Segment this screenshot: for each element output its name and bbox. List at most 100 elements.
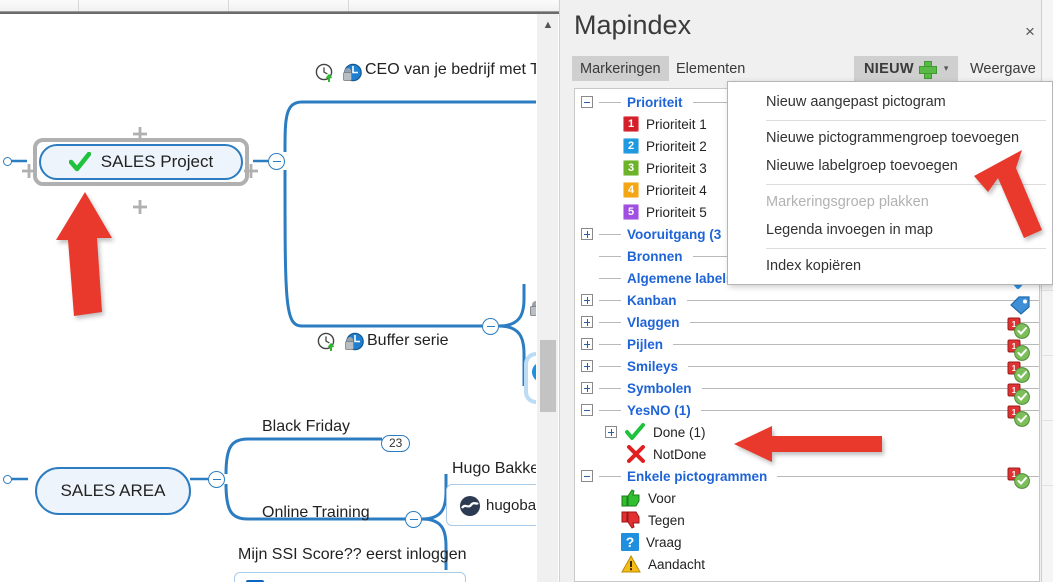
list-item[interactable]: Voor — [575, 487, 1039, 509]
list-item-label: Prioriteit 2 — [646, 138, 707, 154]
buffer-serie-collapse-button[interactable] — [482, 318, 499, 335]
red-green-stack-icon: 1 — [1007, 339, 1030, 361]
list-item-label: Prioriteit 1 — [646, 116, 707, 132]
prio-5-icon: 5 — [623, 204, 639, 220]
node-label-hugo-bakker[interactable]: Hugo Bakker — [452, 460, 536, 478]
expand-icon[interactable] — [581, 228, 593, 240]
group-label: Symbolen — [627, 380, 692, 396]
expand-icon[interactable] — [605, 426, 617, 438]
tree-group-yesno[interactable]: YesNO (1) — [575, 399, 1039, 421]
prio-1-icon: 1 — [623, 116, 639, 132]
expand-icon[interactable] — [581, 294, 593, 306]
tree-group-symbolen[interactable]: Symbolen — [575, 377, 1039, 399]
menu-item-index-kopieren[interactable]: Index kopiëren — [728, 252, 1052, 280]
group-label: Pijlen — [627, 336, 664, 352]
new-button[interactable]: NIEUW ▾ — [854, 56, 959, 81]
online-training-collapse-button[interactable] — [405, 511, 422, 528]
group-label: Vooruitgang (3 — [627, 226, 722, 242]
prio-3-icon: 3 — [623, 160, 639, 176]
green-plus-icon — [918, 60, 937, 79]
tree-group-vlaggen[interactable]: Vlaggen — [575, 311, 1039, 333]
prio-4-icon: 4 — [623, 182, 639, 198]
node-label-hugobak[interactable]: hugobak — [486, 497, 536, 514]
tree-group-kanban[interactable]: Kanban — [575, 289, 1039, 311]
group-label: Kanban — [627, 292, 677, 308]
list-item[interactable]: ? Vraag — [575, 531, 1039, 553]
new-dropdown-menu[interactable]: Nieuw aangepast pictogram Nieuwe pictogr… — [727, 81, 1053, 285]
tab-markeringen[interactable]: Markeringen — [572, 56, 669, 81]
view-button-label: Weergave — [970, 60, 1036, 77]
wave-avatar-icon — [460, 496, 480, 516]
clock-lock-icon — [343, 63, 362, 82]
red-green-stack-icon: 1 — [1007, 361, 1030, 383]
tab-elementen[interactable]: Elementen — [668, 56, 753, 81]
red-cross-icon — [627, 445, 645, 463]
expand-icon[interactable] — [581, 316, 593, 328]
group-label: Vlaggen — [627, 314, 680, 330]
sales-area-left-endcap[interactable] — [3, 475, 12, 484]
thumbs-down-icon — [621, 511, 640, 529]
collapse-icon[interactable] — [581, 470, 593, 482]
black-friday-count-badge[interactable]: 23 — [381, 435, 411, 452]
tree-group-enkele-pictogrammen[interactable]: Enkele pictogrammen — [575, 465, 1039, 487]
expand-icon[interactable] — [581, 382, 593, 394]
node-label-black-friday[interactable]: Black Friday — [262, 418, 350, 436]
list-item-label: Voor — [648, 490, 676, 506]
group-label: Smileys — [627, 358, 679, 374]
red-green-stack-icon: 1 — [1007, 317, 1030, 339]
prio-2-icon: 2 — [623, 138, 639, 154]
sales-area-collapse-button[interactable] — [208, 471, 225, 488]
scrollbar-thumb[interactable] — [540, 340, 556, 412]
thumbs-up-icon — [621, 489, 640, 507]
list-item-label: NotDone — [653, 446, 707, 462]
page-title: Mapindex — [574, 10, 692, 40]
blue-tag-icon — [1010, 296, 1030, 315]
question-icon: ? — [621, 533, 639, 551]
tree-group-smileys[interactable]: Smileys — [575, 355, 1039, 377]
node-label-buffer-serie[interactable]: Buffer serie — [367, 332, 449, 350]
node-label: SALES Project — [100, 152, 214, 171]
partial-lock-icon — [530, 301, 536, 316]
mindmap-canvas[interactable]: SALES Project CEO van je bedrijf met T B… — [0, 14, 536, 582]
group-label: Prioriteit — [627, 94, 683, 110]
tree-group-pijlen[interactable]: Pijlen — [575, 333, 1039, 355]
green-check-icon — [68, 152, 91, 172]
annotation-arrow-root — [56, 192, 112, 316]
menu-item-nieuw-aangepast-pictogram[interactable]: Nieuw aangepast pictogram — [728, 88, 1052, 116]
root-collapse-button[interactable] — [268, 153, 285, 170]
linkedin-subnode-box[interactable] — [234, 572, 466, 582]
node-sales-area[interactable]: SALES AREA — [35, 467, 191, 515]
chevron-down-icon[interactable]: ▾ — [940, 64, 953, 73]
collapse-icon[interactable] — [581, 96, 593, 108]
clock-up-icon — [317, 332, 335, 351]
warning-icon — [621, 555, 641, 573]
node-label-online-training[interactable]: Online Training — [262, 504, 370, 522]
green-check-icon — [625, 423, 645, 440]
node-sales-project[interactable]: SALES Project — [39, 144, 243, 180]
group-label: Algemene labels — [627, 270, 734, 286]
pane-title-row: Mapindex × — [560, 8, 1053, 50]
canvas-vertical-scrollbar[interactable]: ▲ — [536, 14, 558, 582]
pane-tab-strip: Markeringen Elementen NIEUW ▾ Weergave ▾ — [560, 56, 1053, 82]
new-button-label: NIEUW — [864, 60, 914, 77]
scroll-up-arrow-icon[interactable]: ▲ — [537, 14, 559, 36]
list-item-label: Tegen — [648, 512, 685, 528]
clock-lock-icon — [345, 332, 364, 351]
menu-separator — [766, 120, 1046, 121]
list-item-label: Prioriteit 3 — [646, 160, 707, 176]
list-item-label: Done (1) — [653, 424, 706, 440]
group-label: Enkele pictogrammen — [627, 468, 768, 484]
view-button[interactable]: Weergave ▾ — [960, 56, 1053, 81]
expand-icon[interactable] — [581, 360, 593, 372]
expand-icon[interactable] — [581, 338, 593, 350]
list-item-label: Prioriteit 4 — [646, 182, 707, 198]
list-item[interactable]: Aandacht — [575, 553, 1039, 575]
collapse-icon[interactable] — [581, 404, 593, 416]
list-item[interactable]: Tegen — [575, 509, 1039, 531]
node-label-ssi-score[interactable]: Mijn SSI Score?? eerst inloggen — [238, 546, 467, 564]
node-label-ceo[interactable]: CEO van je bedrijf met T — [365, 61, 536, 79]
red-green-stack-icon: 1 — [1007, 383, 1030, 405]
close-icon[interactable]: × — [1019, 21, 1041, 43]
group-label: Bronnen — [627, 248, 683, 264]
root-left-endcap[interactable] — [3, 157, 12, 166]
